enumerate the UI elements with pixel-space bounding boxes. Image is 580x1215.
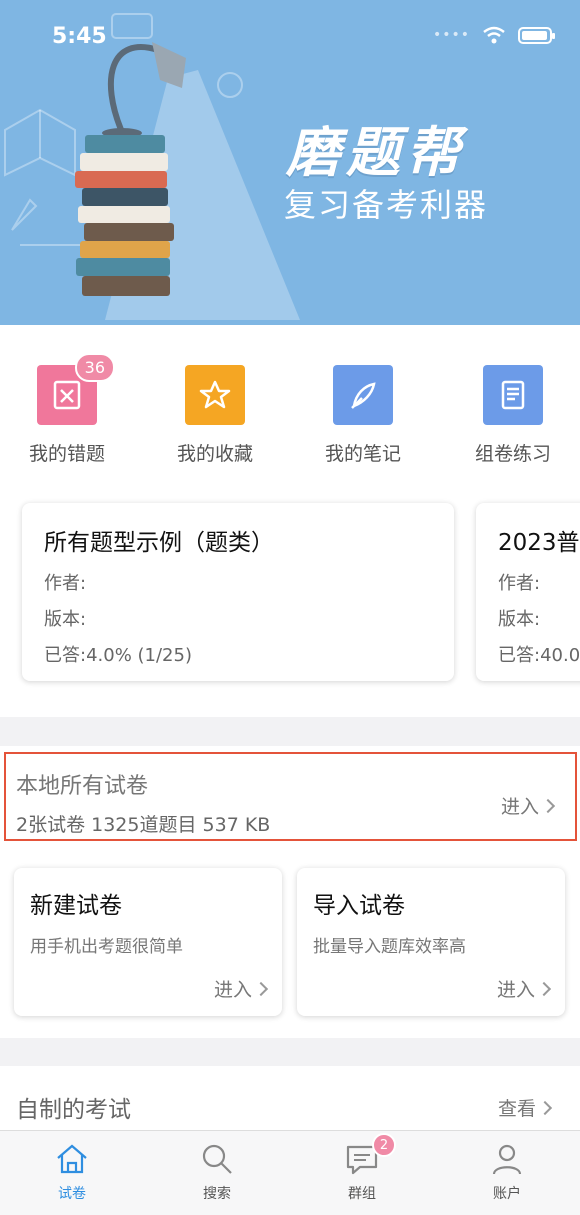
- book-card[interactable]: 所有题型示例（题类） 作者: 版本: 已答:4.0% (1/25): [22, 503, 454, 681]
- home-icon: [52, 1139, 92, 1179]
- favorites-button[interactable]: 我的收藏: [150, 365, 280, 466]
- header-banner: 5:45 •••• 磨题帮 复习备考利器: [0, 0, 580, 325]
- chevron-right-icon: [536, 981, 552, 996]
- local-papers-stats: 2张试卷 1325道题目 537 KB: [16, 814, 271, 836]
- status-icons: ••••: [432, 26, 555, 44]
- book-author: 作者:: [44, 573, 87, 594]
- local-papers-row[interactable]: 本地所有试卷 2张试卷 1325道题目 537 KB 进入: [4, 752, 577, 841]
- compose-paper-button[interactable]: 组卷练习: [448, 365, 578, 466]
- chevron-right-icon: [537, 1100, 553, 1115]
- star-icon: [185, 365, 245, 425]
- local-papers-title: 本地所有试卷: [16, 774, 149, 799]
- new-paper-enter[interactable]: 进入: [213, 975, 269, 1002]
- notes-button[interactable]: 我的笔记: [298, 365, 428, 466]
- custom-exams-view[interactable]: 查看: [497, 1094, 553, 1121]
- tab-account-label: 账户: [493, 1186, 521, 1202]
- feather-icon: [333, 365, 393, 425]
- wifi-icon: [483, 26, 505, 44]
- enter-label: 进入: [496, 979, 535, 1001]
- notes-label: 我的笔记: [324, 443, 401, 465]
- book-version: 版本:: [44, 609, 87, 630]
- wrong-questions-button[interactable]: 36 我的错题: [2, 353, 132, 466]
- custom-exams-title: 自制的考试: [16, 1097, 131, 1123]
- view-label: 查看: [497, 1098, 536, 1120]
- status-time: 5:45: [52, 24, 107, 49]
- document-icon: [483, 365, 543, 425]
- local-papers-enter[interactable]: 进入: [500, 792, 556, 819]
- tab-groups-label: 群组: [348, 1186, 376, 1202]
- enter-label: 进入: [500, 796, 539, 818]
- book-author: 作者:: [498, 573, 541, 594]
- tab-account[interactable]: 账户: [457, 1139, 557, 1203]
- app-title: 磨题帮: [286, 121, 466, 184]
- import-paper-enter[interactable]: 进入: [496, 975, 552, 1002]
- question-bank-carousel[interactable]: 所有题型示例（题类） 作者: 版本: 已答:4.0% (1/25) 2023普 …: [0, 485, 580, 717]
- wrong-questions-badge: 36: [74, 353, 115, 382]
- book-card[interactable]: 2023普 作者: 版本: 已答:40.0: [476, 503, 580, 681]
- status-bar: 5:45 ••••: [0, 0, 580, 72]
- wrong-questions-label: 我的错题: [28, 443, 105, 465]
- paper-actions: 新建试卷 用手机出考题很简单 进入 导入试卷 批量导入题库效率高 进入: [0, 846, 580, 1038]
- chat-icon: 2: [342, 1133, 396, 1179]
- book-title: 所有题型示例（题类）: [44, 530, 274, 556]
- user-icon: [487, 1139, 527, 1179]
- chevron-right-icon: [540, 798, 556, 813]
- book-progress: 已答:40.0: [498, 645, 580, 666]
- favorites-label: 我的收藏: [176, 443, 253, 465]
- wrong-questions-icon: 36: [37, 353, 115, 425]
- tab-papers[interactable]: 试卷: [22, 1139, 122, 1203]
- new-paper-card[interactable]: 新建试卷 用手机出考题很简单 进入: [14, 868, 282, 1016]
- tab-papers-label: 试卷: [58, 1186, 86, 1202]
- tab-search[interactable]: 搜索: [167, 1139, 267, 1203]
- chevron-right-icon: [253, 981, 269, 996]
- book-title: 2023普: [498, 530, 580, 556]
- compose-paper-label: 组卷练习: [474, 443, 551, 465]
- tab-bar: 试卷 搜索 2 群组 账户: [0, 1130, 580, 1215]
- enter-label: 进入: [213, 979, 252, 1001]
- app-subtitle: 复习备考利器: [284, 186, 489, 224]
- import-paper-card[interactable]: 导入试卷 批量导入题库效率高 进入: [297, 868, 565, 1016]
- import-paper-title: 导入试卷: [313, 893, 405, 919]
- tab-groups[interactable]: 2 群组: [312, 1133, 412, 1203]
- new-paper-desc: 用手机出考题很简单: [30, 937, 183, 957]
- custom-exams-section: 自制的考试 查看: [0, 1066, 580, 1130]
- tab-search-label: 搜索: [203, 1186, 231, 1202]
- book-progress: 已答:4.0% (1/25): [44, 645, 192, 666]
- battery-icon: [518, 26, 555, 44]
- local-papers-section: 本地所有试卷 2张试卷 1325道题目 537 KB 进入: [0, 746, 580, 846]
- import-paper-desc: 批量导入题库效率高: [313, 937, 466, 957]
- groups-badge: 2: [372, 1133, 396, 1157]
- signal-icon: ••••: [432, 27, 470, 43]
- quick-actions: 36 我的错题 我的收藏 我的笔记 组卷练习: [0, 325, 580, 485]
- search-icon: [197, 1139, 237, 1179]
- book-version: 版本:: [498, 609, 541, 630]
- new-paper-title: 新建试卷: [30, 893, 122, 919]
